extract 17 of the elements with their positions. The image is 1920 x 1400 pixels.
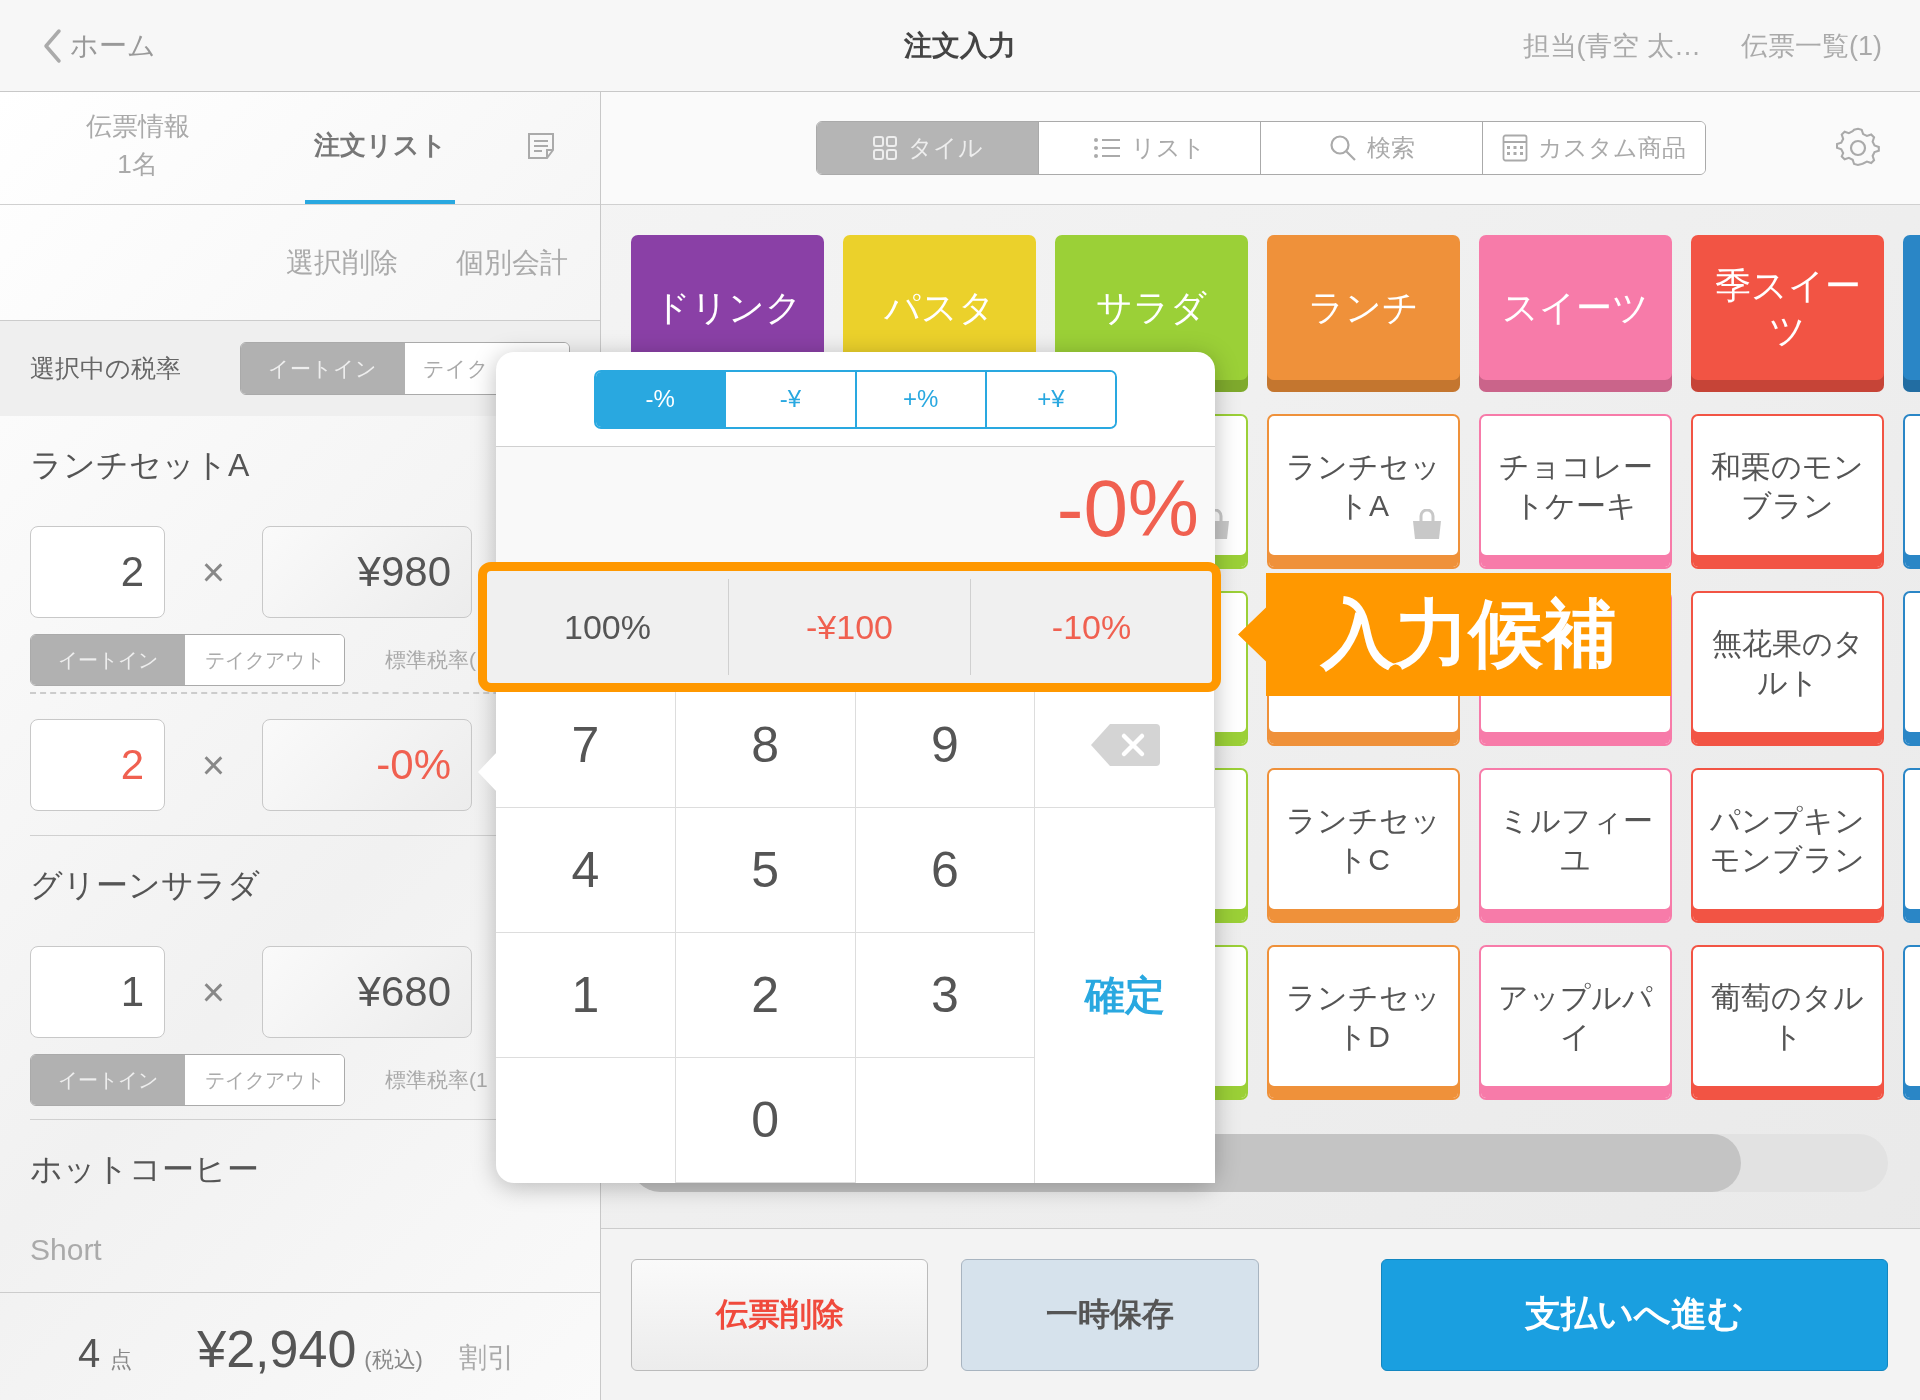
item-name: グリーンサラダ — [30, 866, 260, 905]
tax-note: 標準税率(1 — [385, 1067, 488, 1093]
item-name: ランチセットA — [30, 446, 250, 485]
count-unit: 点 — [110, 1346, 133, 1374]
item-option: Short — [30, 1220, 102, 1280]
multiply-sign: × — [200, 549, 227, 595]
callout-tooltip: 入力候補 — [1238, 573, 1671, 696]
tax-rate-label: 選択中の税率 — [30, 353, 182, 384]
tax-note: 標準税率( — [385, 647, 476, 673]
discount-display: -0% — [1056, 463, 1199, 555]
item-count: 4 — [78, 1331, 101, 1376]
multiply-sign: × — [200, 969, 227, 1015]
multiply-sign: × — [200, 742, 227, 788]
total-amount: ¥2,940 — [197, 1319, 357, 1379]
item-name: ホットコーヒー — [30, 1150, 259, 1189]
screen-title: 注文入力 — [904, 28, 1016, 63]
tax-included-note: (税込) — [364, 1346, 423, 1374]
